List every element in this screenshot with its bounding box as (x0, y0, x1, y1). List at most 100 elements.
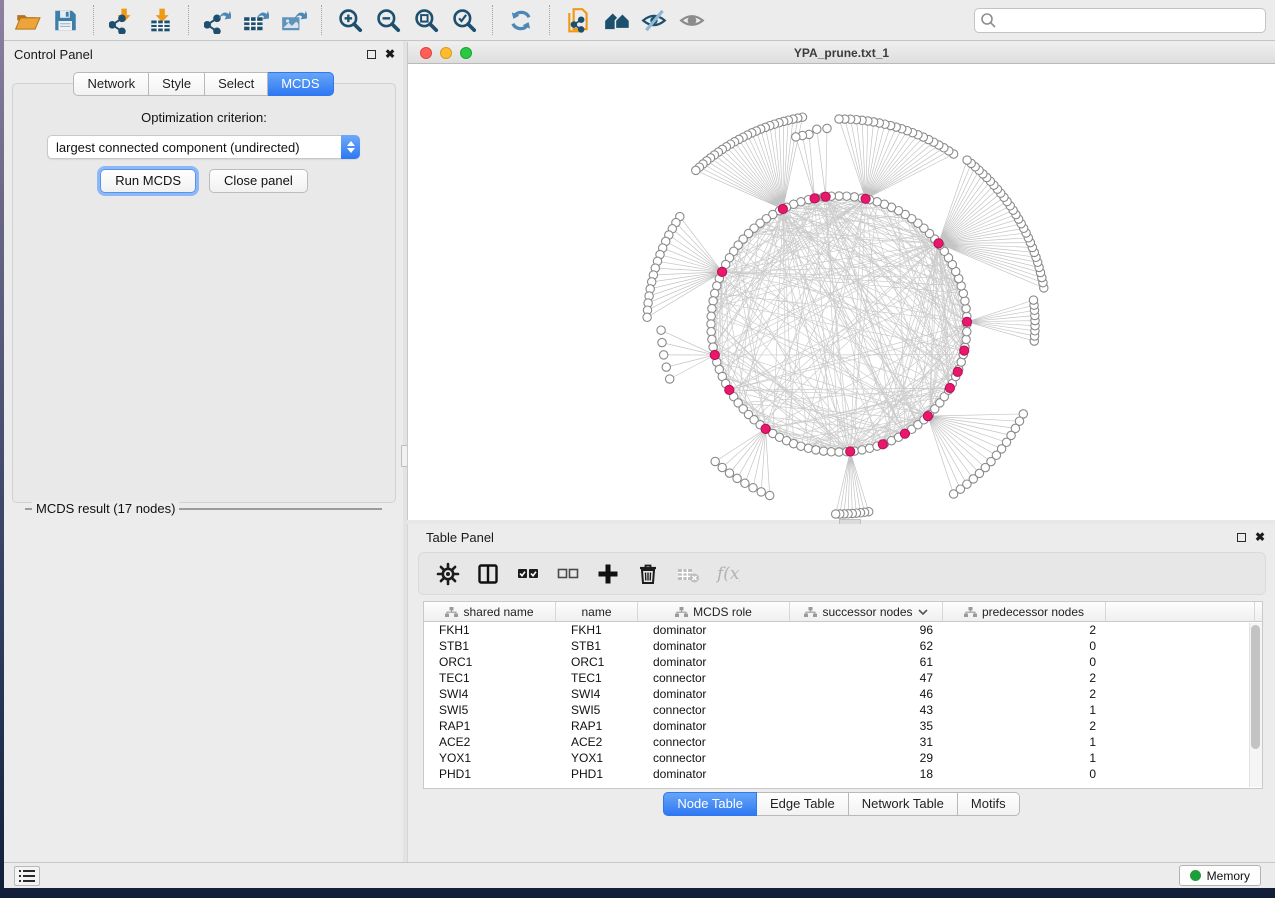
table-row[interactable]: STB1STB1dominator620 (424, 638, 1262, 654)
cell-predecessor_nodes: 1 (943, 702, 1106, 718)
task-history-button[interactable] (14, 866, 40, 886)
cell-name: ORC1 (556, 654, 638, 670)
cell-mcds_role: connector (638, 734, 790, 750)
column-header-successor-nodes[interactable]: successor nodes (790, 602, 943, 621)
share-network-document-button[interactable] (559, 4, 597, 36)
cell-blank (1106, 718, 1255, 734)
cell-name: TEC1 (556, 670, 638, 686)
delete-column-button[interactable] (635, 561, 661, 587)
column-header-predecessor-nodes[interactable]: predecessor nodes (943, 602, 1106, 621)
table-row[interactable]: ORC1ORC1dominator610 (424, 654, 1262, 670)
tab-motifs[interactable]: Motifs (958, 792, 1020, 816)
tab-edge-table[interactable]: Edge Table (757, 792, 849, 816)
cell-mcds_role: dominator (638, 766, 790, 782)
search-input[interactable] (996, 10, 1260, 30)
zoom-in-icon (337, 7, 364, 34)
table-row[interactable]: YOX1YOX1connector291 (424, 750, 1262, 766)
toolbar-separator (93, 5, 94, 35)
table-toolbar: f(x) (418, 552, 1266, 595)
close-table-panel-icon[interactable]: ✖ (1255, 532, 1265, 542)
optimization-criterion-select[interactable]: largest connected component (undirected) (47, 135, 360, 159)
float-panel-icon[interactable] (367, 50, 376, 59)
table-settings-button[interactable] (435, 561, 461, 587)
table-row[interactable]: SWI5SWI5connector431 (424, 702, 1262, 718)
import-network-button[interactable] (103, 4, 141, 36)
cell-shared_name: YOX1 (424, 750, 556, 766)
cell-predecessor_nodes: 0 (943, 638, 1106, 654)
zoom-selected-button[interactable] (445, 4, 483, 36)
tab-mcds[interactable]: MCDS (268, 72, 333, 96)
home-button[interactable] (597, 4, 635, 36)
network-canvas[interactable] (408, 64, 1275, 562)
cell-name: ACE2 (556, 734, 638, 750)
show-details-button[interactable] (673, 4, 711, 36)
tab-network[interactable]: Network (73, 72, 149, 96)
column-header-shared-name[interactable]: shared name (424, 602, 556, 621)
org-chart-icon (964, 607, 977, 617)
cell-mcds_role: connector (638, 750, 790, 766)
select-stepper-icon (341, 135, 360, 159)
select-all-rows-button[interactable] (515, 561, 541, 587)
columns-icon (476, 562, 500, 586)
table-scrollbar[interactable] (1249, 623, 1262, 787)
eye-icon (679, 7, 706, 34)
import-table-button[interactable] (141, 4, 179, 36)
table-scrollbar-thumb[interactable] (1251, 625, 1260, 749)
org-chart-icon (445, 607, 458, 617)
zoom-out-button[interactable] (369, 4, 407, 36)
create-column-button[interactable] (595, 561, 621, 587)
cell-name: RAP1 (556, 718, 638, 734)
column-header-MCDS-role[interactable]: MCDS role (638, 602, 790, 621)
table-row[interactable]: SWI4SWI4dominator462 (424, 686, 1262, 702)
table-type-tabs: Node TableEdge TableNetwork TableMotifs (408, 792, 1275, 816)
tab-style[interactable]: Style (149, 72, 205, 96)
table-row[interactable]: ACE2ACE2connector311 (424, 734, 1262, 750)
hide-details-button[interactable] (635, 4, 673, 36)
cell-mcds_role: dominator (638, 718, 790, 734)
table-panel-title: Table Panel (426, 530, 494, 545)
cell-shared_name: ORC1 (424, 654, 556, 670)
window-minimize-button[interactable] (440, 47, 452, 59)
table-row[interactable]: PHD1PHD1dominator180 (424, 766, 1262, 782)
table-body: FKH1FKH1dominator962STB1STB1dominator620… (424, 622, 1262, 782)
zoom-in-button[interactable] (331, 4, 369, 36)
toggle-columns-button[interactable] (475, 561, 501, 587)
main-toolbar (4, 0, 1275, 41)
tab-node-table[interactable]: Node Table (663, 792, 757, 816)
deselect-all-rows-button[interactable] (555, 561, 581, 587)
window-zoom-button[interactable] (460, 47, 472, 59)
table-row[interactable]: TEC1TEC1connector472 (424, 670, 1262, 686)
export-image-button[interactable] (274, 4, 312, 36)
network-graph[interactable] (408, 64, 1275, 562)
cell-successor_nodes: 96 (790, 622, 943, 638)
export-table-button[interactable] (236, 4, 274, 36)
table-row[interactable]: RAP1RAP1dominator352 (424, 718, 1262, 734)
apply-layout-button[interactable] (502, 4, 540, 36)
cell-shared_name: PHD1 (424, 766, 556, 782)
cell-successor_nodes: 35 (790, 718, 943, 734)
save-session-button[interactable] (46, 4, 84, 36)
column-header-name[interactable]: name (556, 602, 638, 621)
export-network-button[interactable] (198, 4, 236, 36)
status-bar: Memory (4, 862, 1275, 888)
zoom-fit-button[interactable] (407, 4, 445, 36)
memory-status-icon (1190, 870, 1201, 881)
network-window-titlebar: YPA_prune.txt_1 (408, 42, 1275, 64)
memory-button[interactable]: Memory (1179, 865, 1261, 886)
cell-mcds_role: connector (638, 702, 790, 718)
window-close-button[interactable] (420, 47, 432, 59)
open-session-button[interactable] (8, 4, 46, 36)
close-panel-icon[interactable]: ✖ (385, 49, 395, 59)
cell-predecessor_nodes: 2 (943, 622, 1106, 638)
table-row[interactable]: FKH1FKH1dominator962 (424, 622, 1262, 638)
float-table-panel-icon[interactable] (1237, 533, 1246, 542)
cell-successor_nodes: 29 (790, 750, 943, 766)
tab-network-table[interactable]: Network Table (849, 792, 958, 816)
sort-chevron-icon (918, 608, 928, 616)
cell-mcds_role: dominator (638, 686, 790, 702)
cell-successor_nodes: 61 (790, 654, 943, 670)
tab-select[interactable]: Select (205, 72, 268, 96)
run-mcds-button[interactable]: Run MCDS (100, 169, 196, 193)
cell-successor_nodes: 62 (790, 638, 943, 654)
close-panel-button[interactable]: Close panel (209, 169, 308, 193)
